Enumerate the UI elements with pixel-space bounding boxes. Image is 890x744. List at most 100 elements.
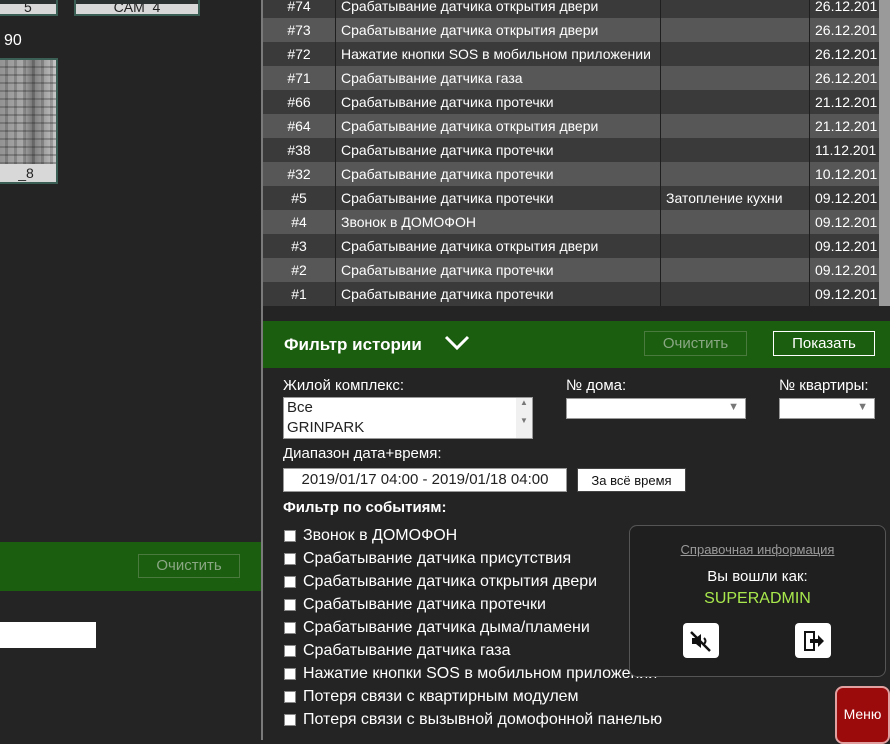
table-scrollbar[interactable] (879, 234, 890, 258)
table-scrollbar[interactable] (879, 66, 890, 90)
checkbox[interactable] (284, 575, 296, 588)
checkbox[interactable] (284, 529, 296, 542)
event-checkbox-item[interactable]: Звонок в ДОМОФОН (284, 524, 662, 547)
row-description (661, 90, 810, 114)
listbox-scrollbar[interactable]: ▲ ▼ (516, 398, 532, 438)
table-scrollbar[interactable] (879, 186, 890, 210)
row-id: #66 (263, 90, 336, 114)
row-description (661, 114, 810, 138)
checkbox[interactable] (284, 667, 296, 680)
checkbox[interactable] (284, 598, 296, 611)
event-checkbox-item[interactable]: Срабатывание датчика газа (284, 639, 662, 662)
table-row[interactable]: #2 Срабатывание датчика протечки 09.12.201 (263, 258, 890, 282)
table-scrollbar[interactable] (879, 282, 890, 306)
help-link[interactable]: Справочная информация (630, 542, 885, 557)
row-date: 09.12.201 (815, 286, 878, 302)
camera-label: _8 (0, 164, 56, 182)
camera-tile[interactable]: _8 (0, 58, 58, 184)
row-date: 26.12.201 (815, 70, 878, 86)
camera-tile[interactable]: _5 (0, 0, 58, 16)
event-checkbox-item[interactable]: Срабатывание датчика протечки (284, 593, 662, 616)
row-event: Срабатывание датчика протечки (336, 162, 661, 186)
table-scrollbar[interactable] (879, 90, 890, 114)
chevron-down-icon[interactable] (444, 333, 470, 358)
table-scrollbar[interactable] (879, 258, 890, 282)
left-clear-button[interactable]: Очистить (138, 554, 240, 578)
table-scrollbar[interactable] (879, 114, 890, 138)
event-checkbox-item[interactable]: Нажатие кнопки SOS в мобильном приложени… (284, 662, 662, 685)
complex-option[interactable]: GRINPARK (284, 418, 532, 438)
row-date: 21.12.201 (815, 118, 878, 134)
table-row[interactable]: #72 Нажатие кнопки SOS в мобильном прилож… (263, 42, 890, 66)
table-row[interactable]: #74 Срабатывание датчика открытия двери 26… (263, 0, 890, 18)
checkbox[interactable] (284, 713, 296, 726)
row-event: Звонок в ДОМОФОН (336, 210, 661, 234)
row-description (661, 18, 810, 42)
mute-button[interactable] (683, 623, 719, 658)
house-select[interactable]: ▼ (566, 398, 746, 419)
table-scrollbar[interactable] (879, 18, 890, 42)
table-row[interactable]: #71 Срабатывание датчика газа 26.12.201 (263, 66, 890, 90)
row-event: Срабатывание датчика газа (336, 66, 661, 90)
left-search-input[interactable] (0, 622, 96, 648)
all-time-button[interactable]: За всё время (577, 468, 686, 492)
event-checkbox-item[interactable]: Потеря связи с квартирным модулем (284, 685, 662, 708)
table-row[interactable]: #66 Срабатывание датчика протечки 21.12.20… (263, 90, 890, 114)
table-scrollbar[interactable] (879, 42, 890, 66)
checkbox[interactable] (284, 690, 296, 703)
event-checkbox-item[interactable]: Срабатывание датчика дыма/пламени (284, 616, 662, 639)
show-button[interactable]: Показать (773, 331, 875, 356)
row-date: 09.12.201 (815, 238, 878, 254)
menu-button[interactable]: Меню (835, 686, 890, 744)
row-description (661, 234, 810, 258)
table-scrollbar[interactable] (879, 210, 890, 234)
complex-listbox[interactable]: Все GRINPARK ▲ ▼ (283, 397, 533, 439)
date-range-input[interactable]: 2019/01/17 04:00 - 2019/01/18 04:00 (283, 468, 567, 492)
logout-icon (804, 631, 824, 651)
row-id: #38 (263, 138, 336, 162)
row-id: #2 (263, 258, 336, 282)
event-checkbox-label: Срабатывание датчика присутствия (303, 549, 572, 567)
row-date: 11.12.201 (815, 142, 877, 158)
table-row[interactable]: #64 Срабатывание датчика открытия двери 21… (263, 114, 890, 138)
table-row[interactable]: #32 Срабатывание датчика протечки 10.12.20… (263, 162, 890, 186)
table-row[interactable]: #3 Срабатывание датчика открытия двери 09.… (263, 234, 890, 258)
complex-option[interactable]: Все (284, 398, 532, 418)
table-row[interactable]: #38 Срабатывание датчика протечки 11.12.20… (263, 138, 890, 162)
table-row[interactable]: #73 Срабатывание датчика открытия двери 26… (263, 18, 890, 42)
event-checkbox-item[interactable]: Срабатывание датчика присутствия (284, 547, 662, 570)
logout-button[interactable] (795, 623, 831, 658)
row-description (661, 138, 810, 162)
row-description (661, 0, 810, 18)
checkbox[interactable] (284, 552, 296, 565)
apartment-select[interactable]: ▼ (779, 398, 875, 419)
complex-label: Жилой комплекс: (283, 377, 405, 394)
range-label: Диапазон дата+время: (283, 445, 442, 462)
checkbox[interactable] (284, 621, 296, 634)
camera-tile[interactable]: CAM_4 (74, 0, 200, 16)
event-checkbox-label: Потеря связи с квартирным модулем (303, 687, 579, 705)
event-checkbox-item[interactable]: Срабатывание датчика открытия двери (284, 570, 662, 593)
table-row[interactable]: #5 Срабатывание датчика протечки Затоплени… (263, 186, 890, 210)
row-date: 09.12.201 (815, 214, 878, 230)
table-row[interactable]: #1 Срабатывание датчика протечки 09.12.201 (263, 282, 890, 306)
event-checkbox-list: Звонок в ДОМОФОН Срабатывание датчика при… (284, 524, 662, 731)
table-row[interactable]: #4 Звонок в ДОМОФОН 09.12.201 (263, 210, 890, 234)
event-filter-label: Фильтр по событиям: (283, 499, 447, 516)
row-event: Срабатывание датчика открытия двери (336, 234, 661, 258)
event-checkbox-item[interactable]: Потеря связи с вызывной домофонной панел… (284, 708, 662, 731)
row-id: #1 (263, 282, 336, 306)
table-scrollbar[interactable] (879, 162, 890, 186)
checkbox[interactable] (284, 644, 296, 657)
table-scrollbar[interactable] (879, 138, 890, 162)
row-event: Срабатывание датчика открытия двери (336, 18, 661, 42)
table-scrollbar[interactable] (879, 0, 890, 18)
dropdown-arrow-icon: ▼ (857, 401, 868, 413)
filter-title: Фильтр истории (284, 335, 422, 354)
row-description (661, 258, 810, 282)
clear-filter-button[interactable]: Очистить (644, 331, 747, 356)
row-event: Срабатывание датчика протечки (336, 90, 661, 114)
camera-thumbnail (0, 60, 56, 164)
camera-label: CAM_4 (76, 4, 198, 14)
row-id: #5 (263, 186, 336, 210)
